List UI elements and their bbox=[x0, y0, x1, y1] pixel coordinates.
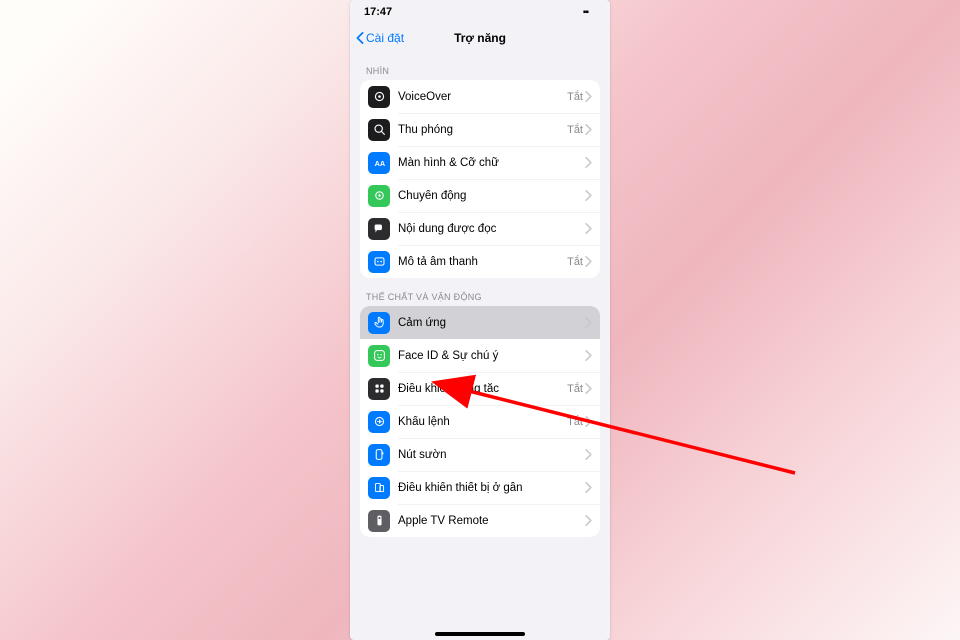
touch-icon bbox=[368, 312, 390, 334]
row-label: VoiceOver bbox=[398, 91, 567, 103]
row-spoken-content[interactable]: Nội dung được đọc bbox=[360, 212, 600, 245]
motion-icon bbox=[368, 185, 390, 207]
row-audio-descriptions[interactable]: Mô tả âm thanh Tắt bbox=[360, 245, 600, 278]
chevron-right-icon bbox=[585, 350, 592, 361]
row-value: Tắt bbox=[567, 256, 583, 268]
chevron-right-icon bbox=[585, 449, 592, 460]
voiceover-icon bbox=[368, 86, 390, 108]
row-voiceover[interactable]: VoiceOver Tắt bbox=[360, 80, 600, 113]
chevron-right-icon bbox=[585, 124, 592, 135]
page-title: Trợ năng bbox=[454, 31, 506, 45]
row-label: Nút sườn bbox=[398, 449, 585, 461]
speech-icon bbox=[368, 218, 390, 240]
section-header-physical: THỂ CHẤT VÀ VẬN ĐỘNG bbox=[360, 278, 600, 306]
chevron-right-icon bbox=[585, 317, 592, 328]
audio-desc-icon bbox=[368, 251, 390, 273]
faceid-icon bbox=[368, 345, 390, 367]
status-bar: 17:47 ▪▪ bbox=[350, 0, 610, 24]
textsize-icon: AA bbox=[368, 152, 390, 174]
row-label: Chuyển động bbox=[398, 190, 585, 202]
svg-text:AA: AA bbox=[374, 159, 385, 168]
side-button-icon bbox=[368, 444, 390, 466]
status-time: 17:47 bbox=[364, 6, 392, 18]
row-value: Tắt bbox=[567, 416, 583, 428]
row-value: Tắt bbox=[567, 124, 583, 136]
row-zoom[interactable]: Thu phóng Tắt bbox=[360, 113, 600, 146]
row-switch-control[interactable]: Điều khiển công tắc Tắt bbox=[360, 372, 600, 405]
chevron-right-icon bbox=[585, 482, 592, 493]
row-label: Điều khiển công tắc bbox=[398, 383, 567, 395]
group-physical: Cảm ứng Face ID & Sự chú ý Điều khiển cô… bbox=[360, 306, 600, 537]
tv-remote-icon bbox=[368, 510, 390, 532]
row-value: Tắt bbox=[567, 91, 583, 103]
back-label: Cài đặt bbox=[366, 31, 404, 45]
row-value: Tắt bbox=[567, 383, 583, 395]
row-touch[interactable]: Cảm ứng bbox=[360, 306, 600, 339]
row-label: Cảm ứng bbox=[398, 317, 585, 329]
chevron-right-icon bbox=[585, 223, 592, 234]
section-header-vision: NHÌN bbox=[360, 52, 600, 80]
home-indicator[interactable] bbox=[435, 632, 525, 636]
row-face-id[interactable]: Face ID & Sự chú ý bbox=[360, 339, 600, 372]
row-label: Mô tả âm thanh bbox=[398, 256, 567, 268]
phone-frame: 17:47 ▪▪ Cài đặt Trợ năng NHÌN VoiceOver… bbox=[350, 0, 610, 640]
row-motion[interactable]: Chuyển động bbox=[360, 179, 600, 212]
chevron-right-icon bbox=[585, 256, 592, 267]
row-voice-control[interactable]: Khẩu lệnh Tắt bbox=[360, 405, 600, 438]
chevron-right-icon bbox=[585, 190, 592, 201]
chevron-right-icon bbox=[585, 515, 592, 526]
row-label: Nội dung được đọc bbox=[398, 223, 585, 235]
row-display-text[interactable]: AA Màn hình & Cỡ chữ bbox=[360, 146, 600, 179]
row-label: Thu phóng bbox=[398, 124, 567, 136]
switch-control-icon bbox=[368, 378, 390, 400]
chevron-right-icon bbox=[585, 157, 592, 168]
row-label: Apple TV Remote bbox=[398, 515, 585, 527]
row-label: Màn hình & Cỡ chữ bbox=[398, 157, 585, 169]
nav-bar: Cài đặt Trợ năng bbox=[350, 24, 610, 52]
row-label: Điều khiển thiết bị ở gần bbox=[398, 482, 585, 494]
voice-control-icon bbox=[368, 411, 390, 433]
status-indicators: ▪▪ bbox=[583, 7, 596, 18]
group-vision: VoiceOver Tắt Thu phóng Tắt AA Màn hình … bbox=[360, 80, 600, 278]
row-nearby-devices[interactable]: Điều khiển thiết bị ở gần bbox=[360, 471, 600, 504]
chevron-right-icon bbox=[585, 91, 592, 102]
signal-icon: ▪▪ bbox=[583, 7, 588, 18]
row-apple-tv-remote[interactable]: Apple TV Remote bbox=[360, 504, 600, 537]
row-label: Face ID & Sự chú ý bbox=[398, 350, 585, 362]
nearby-devices-icon bbox=[368, 477, 390, 499]
chevron-right-icon bbox=[585, 383, 592, 394]
row-side-button[interactable]: Nút sườn bbox=[360, 438, 600, 471]
zoom-icon bbox=[368, 119, 390, 141]
chevron-right-icon bbox=[585, 416, 592, 427]
back-button[interactable]: Cài đặt bbox=[356, 31, 404, 45]
row-label: Khẩu lệnh bbox=[398, 416, 567, 428]
settings-content[interactable]: NHÌN VoiceOver Tắt Thu phóng Tắt AA Màn … bbox=[350, 52, 610, 640]
